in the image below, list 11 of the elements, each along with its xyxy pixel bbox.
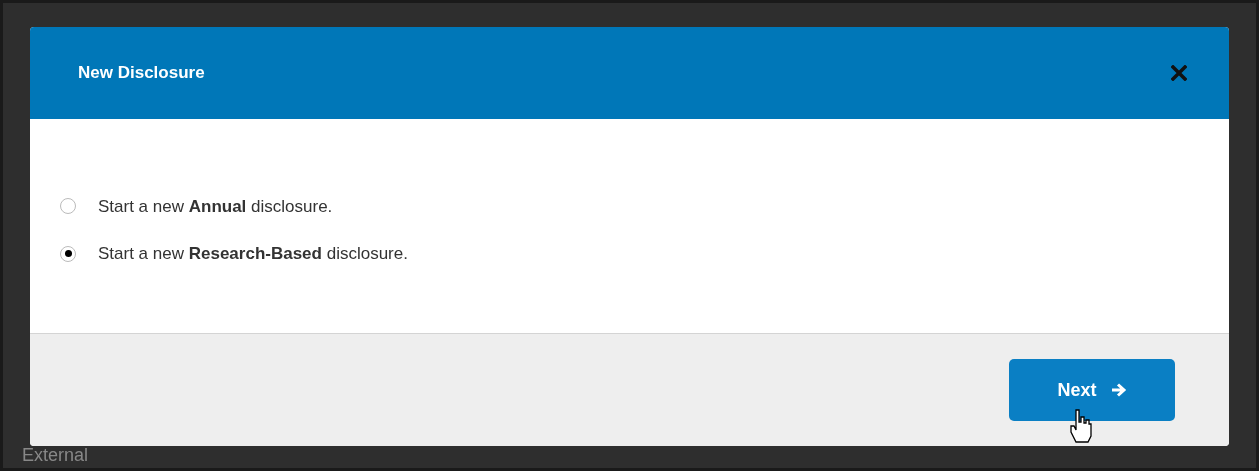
next-button[interactable]: Next	[1009, 359, 1175, 421]
radio-button[interactable]	[60, 198, 76, 215]
pointer-hand-icon	[1069, 408, 1093, 444]
option-label: Start a new Annual disclosure.	[98, 195, 333, 218]
dialog-title: New Disclosure	[78, 62, 205, 85]
close-button[interactable]	[1169, 63, 1189, 83]
arrow-right-icon	[1110, 382, 1127, 398]
close-icon	[1171, 65, 1187, 81]
radio-button[interactable]	[60, 245, 76, 262]
row-label: External	[22, 444, 89, 466]
option-label: Start a new Research-Based disclosure.	[98, 243, 408, 265]
